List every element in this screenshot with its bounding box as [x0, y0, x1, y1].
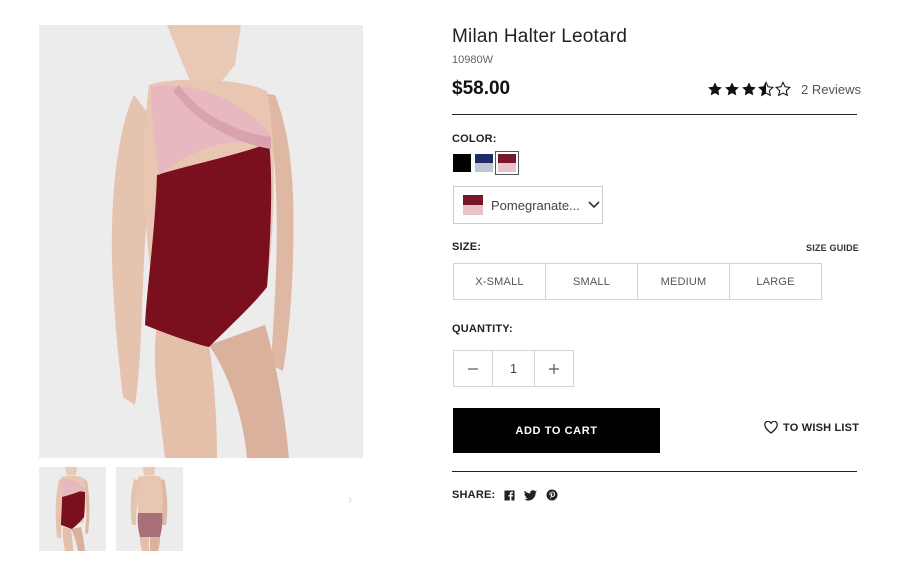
- star-full-icon: [725, 82, 739, 96]
- share-bar: SHARE:: [452, 489, 567, 501]
- star-full-icon: [742, 82, 756, 96]
- product-main-image[interactable]: [39, 25, 363, 458]
- add-to-wishlist-button[interactable]: TO WISH LIST: [764, 421, 859, 434]
- color-label: COLOR:: [452, 133, 497, 145]
- size-label: SIZE:: [452, 241, 482, 253]
- product-rating: 2 Reviews: [707, 79, 861, 99]
- size-option-large[interactable]: LARGE: [729, 263, 822, 300]
- product-sku: 10980W: [452, 54, 493, 66]
- color-swatch-black[interactable]: [453, 154, 471, 172]
- star-full-icon: [708, 82, 722, 96]
- quantity-increment-button[interactable]: [534, 350, 574, 387]
- product-price: $58.00: [452, 78, 511, 99]
- size-options: X-SMALL SMALL MEDIUM LARGE: [453, 263, 822, 300]
- size-option-x-small[interactable]: X-SMALL: [453, 263, 546, 300]
- rating-stars: [707, 81, 792, 97]
- size-option-small[interactable]: SMALL: [545, 263, 638, 300]
- product-title: Milan Halter Leotard: [452, 26, 628, 47]
- thumbnail-front[interactable]: [39, 467, 106, 551]
- divider: [452, 471, 857, 472]
- star-half-icon: [758, 81, 774, 97]
- size-option-medium[interactable]: MEDIUM: [637, 263, 730, 300]
- wishlist-label: TO WISH LIST: [783, 421, 860, 434]
- thumbnail-back[interactable]: [116, 467, 183, 551]
- pinterest-icon[interactable]: [546, 489, 558, 501]
- leotard-back-thumb: [116, 467, 183, 551]
- quantity-stepper: 1: [453, 350, 574, 387]
- color-dropdown[interactable]: Pomegranate...: [453, 186, 603, 224]
- star-empty-icon: [775, 81, 791, 97]
- color-dropdown-value: Pomegranate...: [491, 197, 580, 213]
- heart-icon: [764, 421, 778, 434]
- chevron-right-icon[interactable]: ›: [343, 490, 357, 510]
- share-label: SHARE:: [452, 489, 496, 501]
- plus-icon: [549, 363, 559, 374]
- quantity-input[interactable]: 1: [492, 350, 535, 387]
- minus-icon: [468, 367, 478, 370]
- reviews-link[interactable]: 2 Reviews: [801, 82, 861, 97]
- divider: [452, 114, 857, 115]
- selected-color-chip: [463, 195, 483, 215]
- add-to-cart-button[interactable]: ADD TO CART: [453, 408, 660, 453]
- size-guide-link[interactable]: SIZE GUIDE: [806, 243, 859, 253]
- twitter-icon[interactable]: [524, 489, 538, 501]
- chevron-down-icon: [588, 201, 600, 209]
- color-swatch-pomegranate[interactable]: [495, 151, 519, 175]
- leotard-front-photo: [39, 25, 363, 458]
- leotard-front-thumb: [39, 467, 106, 551]
- facebook-icon[interactable]: [504, 489, 515, 501]
- color-swatch-navy[interactable]: [475, 154, 493, 172]
- quantity-decrement-button[interactable]: [453, 350, 493, 387]
- quantity-label: QUANTITY:: [452, 323, 513, 335]
